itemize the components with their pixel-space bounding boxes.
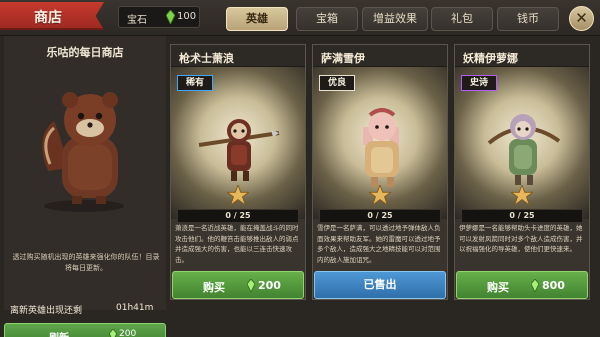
daily-shop-title: 乐咕的每日商店 bbox=[46, 46, 124, 59]
buy-price: 800 bbox=[542, 279, 565, 292]
refresh-button[interactable]: 刷新 200 bbox=[4, 323, 166, 337]
hero-name: 萨满雪伊 bbox=[321, 52, 365, 65]
refresh-countdown-timer: 01h41m bbox=[116, 303, 154, 313]
tab-heroes[interactable]: 英雄 bbox=[226, 7, 288, 31]
tab-bundles[interactable]: 礼包 bbox=[431, 7, 493, 31]
hero-sprite bbox=[487, 114, 561, 185]
hero-card-shaman: 萨满雪伊 优良 0 / 25 雪伊是一名萨满，可以透过地予弹体敌人负面效果来帮助… bbox=[312, 44, 448, 300]
promo-text: 透过购买随机出现的英雄来强化你的队伍！目录将每日更新。 bbox=[12, 253, 160, 272]
close-button[interactable]: ✕ bbox=[569, 6, 594, 31]
hero-progress-text: 0 / 25 bbox=[367, 211, 393, 220]
tab-chests[interactable]: 宝箱 bbox=[296, 7, 358, 31]
hero-description: 雪伊是一名萨满，可以透过地予弹体敌人负面效果来帮助友军。她的雷魔可以透过地予多个… bbox=[317, 224, 441, 264]
gem-icon bbox=[531, 279, 539, 292]
hero-progress-bar: 0 / 25 bbox=[319, 209, 441, 223]
buy-price: 200 bbox=[258, 279, 281, 292]
hero-progress-text: 0 / 25 bbox=[509, 211, 535, 220]
buy-button-label: 购买 bbox=[203, 281, 225, 294]
tab-buffs[interactable]: 增益效果 bbox=[362, 7, 428, 31]
gem-icon bbox=[166, 10, 175, 24]
mascot-image bbox=[42, 92, 124, 212]
refresh-countdown-label: 离新英雄出现还剩 bbox=[10, 306, 83, 316]
refresh-button-label: 刷新 bbox=[49, 329, 69, 337]
daily-shop-panel: 乐咕的每日商店 透过购买随机出现的英雄来强化你的队伍！目录将每日更新。 离新英雄… bbox=[4, 36, 166, 337]
buy-button[interactable]: 购买 200 bbox=[172, 271, 304, 299]
hero-description: 伊萝娜是一名能够帮助头卡进度的英雄，她可以发射风箭同时对多个敌人造成伤害，并以祝… bbox=[459, 224, 583, 253]
page-title: 商店 bbox=[34, 10, 62, 26]
refresh-price: 200 bbox=[119, 329, 137, 337]
card-header: 妖精伊萝娜 bbox=[455, 45, 589, 67]
hero-progress-bar: 0 / 25 bbox=[461, 209, 583, 223]
hero-sprite bbox=[363, 108, 399, 187]
hero-progress-bar: 0 / 25 bbox=[177, 209, 299, 223]
gem-amount: 100 bbox=[177, 11, 197, 22]
hero-description: 萧浪是一名近战英雄，能在掩盖战斗的同时攻击他们。他的鞭笞击能够推出敌人的弱点并造… bbox=[175, 224, 299, 264]
hero-name: 枪术士萧浪 bbox=[179, 52, 234, 65]
hero-stage: 稀有 0 / 25 bbox=[171, 67, 305, 223]
tab-coins[interactable]: 钱币 bbox=[497, 7, 559, 31]
star-icon bbox=[227, 185, 249, 205]
hero-sprite bbox=[198, 119, 280, 181]
gem-icon bbox=[109, 329, 117, 337]
sold-out-button: 已售出 bbox=[314, 271, 446, 299]
gem-label: 宝石 bbox=[127, 15, 147, 26]
hero-stage: 史诗 0 / 25 bbox=[455, 67, 589, 223]
gem-icon bbox=[247, 279, 255, 292]
card-header: 枪术士萧浪 bbox=[171, 45, 305, 67]
star-icon bbox=[369, 185, 391, 205]
gem-currency: 宝石 100 bbox=[118, 6, 200, 28]
top-bar: 商店 宝石 100 英雄 宝箱 增益效果 礼包 钱币 ✕ bbox=[0, 0, 600, 36]
buy-button[interactable]: 购买 800 bbox=[456, 271, 588, 299]
hero-card-fairy: 妖精伊萝娜 史诗 0 / 25 伊萝娜是一名能够帮助头卡进度的英雄，她可以发射风… bbox=[454, 44, 590, 300]
hero-stage: 优良 0 / 25 bbox=[313, 67, 447, 223]
buy-button-label: 购买 bbox=[487, 281, 509, 294]
card-header: 萨满雪伊 bbox=[313, 45, 447, 67]
hero-name: 妖精伊萝娜 bbox=[463, 52, 518, 65]
hero-progress-text: 0 / 25 bbox=[225, 211, 251, 220]
hero-card-lancer: 枪术士萧浪 稀有 0 / 25 萧浪是一名近战英雄，能在掩盖战斗的同时攻击他们。… bbox=[170, 44, 306, 300]
star-icon bbox=[511, 185, 533, 205]
